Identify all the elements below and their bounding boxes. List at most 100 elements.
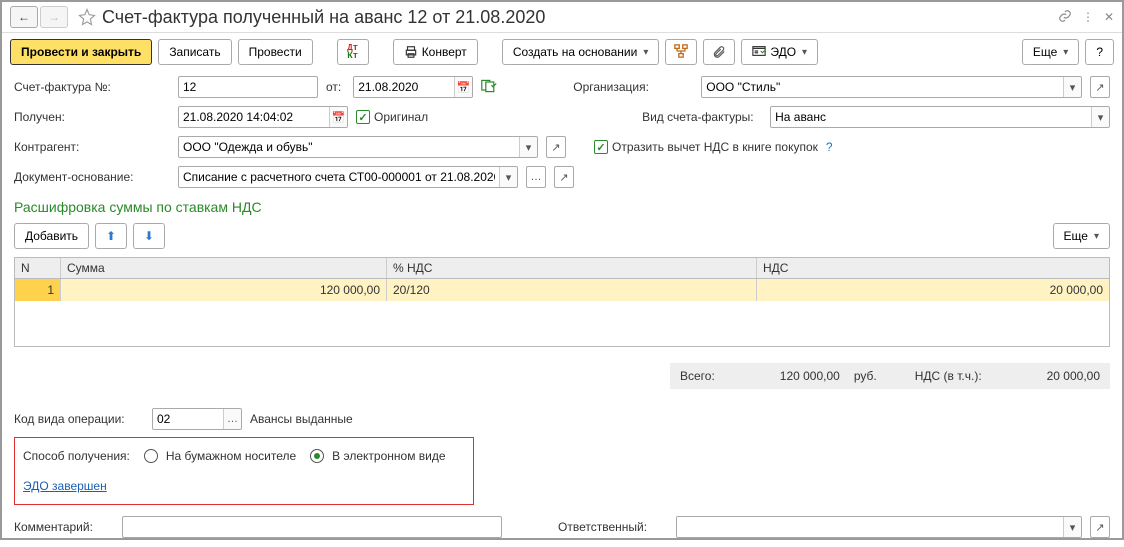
chevron-down-icon[interactable]: ▾ [1063, 77, 1081, 97]
comment-input[interactable] [122, 516, 502, 538]
from-date-field[interactable]: 📅 [353, 76, 473, 98]
responsible-label: Ответственный: [558, 520, 668, 534]
col-nds[interactable]: НДС [757, 258, 1109, 278]
original-checkbox[interactable]: ✓ Оригинал [356, 110, 428, 124]
op-code-text: Авансы выданные [250, 412, 353, 426]
counterparty-input[interactable] [179, 137, 519, 157]
post-and-close-button[interactable]: Провести и закрыть [10, 39, 152, 65]
basis-input[interactable] [179, 167, 499, 187]
calendar-icon[interactable]: 📅 [329, 107, 347, 127]
more-button[interactable]: Еще▾ [1022, 39, 1079, 65]
tree-icon [674, 44, 688, 61]
form-area: Счет-фактура №: от: 📅 Организация: ▾ ↗ П… [2, 71, 1122, 547]
kind-label: Вид счета-фактуры: [642, 110, 762, 124]
chevron-down-icon[interactable]: ▾ [519, 137, 537, 157]
delivery-method-frame: Способ получения: На бумажном носителе В… [14, 437, 474, 505]
paperclip-icon [712, 45, 726, 59]
op-code-field[interactable]: … [152, 408, 242, 430]
move-up-button[interactable]: ⬆ [95, 223, 127, 249]
move-down-button[interactable]: ⬇ [133, 223, 165, 249]
checkbox-checked-icon: ✓ [356, 110, 370, 124]
dt-kt-icon: ДтКт [347, 44, 358, 60]
vat-section-title: Расшифровка суммы по ставкам НДС [14, 199, 1110, 215]
chevron-down-icon[interactable]: ▾ [1063, 517, 1081, 537]
toolbar: Провести и закрыть Записать Провести ДтК… [2, 33, 1122, 71]
printer-icon [404, 45, 418, 59]
kind-input[interactable] [771, 107, 1091, 127]
basis-more-button[interactable]: … [526, 166, 546, 188]
kebab-menu-icon[interactable]: ⋮ [1082, 10, 1094, 24]
received-ts-input[interactable] [179, 107, 329, 127]
kind-field[interactable]: ▾ [770, 106, 1110, 128]
close-icon[interactable]: ✕ [1104, 10, 1114, 24]
add-row-button[interactable]: Добавить [14, 223, 89, 249]
window-frame: ← → Счет-фактура полученный на аванс 12 … [0, 0, 1124, 540]
nav-back-button[interactable]: ← [10, 6, 38, 28]
grid-body[interactable]: 1 120 000,00 20/120 20 000,00 [15, 279, 1109, 346]
help-button[interactable]: ? [1085, 39, 1114, 65]
reflect-vat-checkbox[interactable]: ✓ Отразить вычет НДС в книге покупок [594, 140, 818, 154]
edo-status-link[interactable]: ЭДО завершен [23, 479, 107, 493]
org-open-button[interactable]: ↗ [1090, 76, 1110, 98]
counterparty-open-button[interactable]: ↗ [546, 136, 566, 158]
copy-icon[interactable] [481, 79, 497, 96]
basis-label: Документ-основание: [14, 170, 170, 184]
cell-rate[interactable]: 20/120 [387, 279, 757, 301]
calendar-icon[interactable]: 📅 [454, 77, 472, 97]
post-button[interactable]: Провести [238, 39, 313, 65]
chevron-down-icon: ▾ [1063, 47, 1068, 58]
table-row[interactable]: 1 120 000,00 20/120 20 000,00 [15, 279, 1109, 301]
col-sum[interactable]: Сумма [61, 258, 387, 278]
delivery-label: Способ получения: [23, 449, 130, 463]
chevron-down-icon: ▾ [802, 47, 807, 58]
ellipsis-icon[interactable]: … [223, 409, 241, 429]
col-n[interactable]: N [15, 258, 61, 278]
help-icon[interactable]: ? [826, 140, 833, 154]
delivery-electronic-radio[interactable]: В электронном виде [310, 449, 445, 463]
vat-grid: N Сумма % НДС НДС 1 120 000,00 20/120 20… [14, 257, 1110, 347]
checkbox-checked-icon: ✓ [594, 140, 608, 154]
totals-bar: Всего: 120 000,00 руб. НДС (в т.ч.): 20 … [670, 363, 1110, 389]
cell-sum[interactable]: 120 000,00 [61, 279, 387, 301]
table-toolbar: Добавить ⬆ ⬇ Еще▾ [14, 221, 1110, 251]
edo-button[interactable]: ЭДО▾ [741, 39, 818, 65]
received-ts-field[interactable]: 📅 [178, 106, 348, 128]
responsible-open-button[interactable]: ↗ [1090, 516, 1110, 538]
attachment-button[interactable] [703, 39, 735, 65]
basis-field[interactable]: ▾ [178, 166, 518, 188]
basis-open-button[interactable]: ↗ [554, 166, 574, 188]
currency-label: руб. [854, 369, 877, 383]
op-code-input[interactable] [153, 409, 223, 429]
cell-n[interactable]: 1 [15, 279, 61, 301]
responsible-input[interactable] [677, 517, 1063, 537]
responsible-field[interactable]: ▾ [676, 516, 1082, 538]
arrow-up-icon: ⬆ [106, 229, 116, 243]
chevron-down-icon[interactable]: ▾ [1091, 107, 1109, 127]
counterparty-field[interactable]: ▾ [178, 136, 538, 158]
delivery-paper-radio[interactable]: На бумажном носителе [144, 449, 296, 463]
structure-button[interactable] [665, 39, 697, 65]
counterparty-label: Контрагент: [14, 140, 170, 154]
save-button[interactable]: Записать [158, 39, 231, 65]
col-rate[interactable]: % НДС [387, 258, 757, 278]
from-date-input[interactable] [354, 77, 454, 97]
create-based-on-button[interactable]: Создать на основании▾ [502, 39, 660, 65]
titlebar: ← → Счет-фактура полученный на аванс 12 … [2, 2, 1122, 33]
favorite-star-icon[interactable] [78, 8, 96, 26]
nav-forward-button[interactable]: → [40, 6, 68, 28]
invoice-no-input[interactable] [178, 76, 318, 98]
org-field[interactable]: ▾ [701, 76, 1082, 98]
grid-header: N Сумма % НДС НДС [15, 258, 1109, 279]
link-icon[interactable] [1058, 9, 1072, 26]
comment-label: Комментарий: [14, 520, 114, 534]
convert-button[interactable]: Конверт [393, 39, 478, 65]
table-more-button[interactable]: Еще▾ [1053, 223, 1110, 249]
org-input[interactable] [702, 77, 1063, 97]
dt-kt-button[interactable]: ДтКт [337, 39, 369, 65]
edo-icon [752, 44, 766, 61]
nds-total-value: 20 000,00 [1047, 369, 1100, 383]
cell-nds[interactable]: 20 000,00 [757, 279, 1109, 301]
chevron-down-icon[interactable]: ▾ [499, 167, 517, 187]
received-label: Получен: [14, 110, 170, 124]
page-title: Счет-фактура полученный на аванс 12 от 2… [102, 7, 1058, 28]
